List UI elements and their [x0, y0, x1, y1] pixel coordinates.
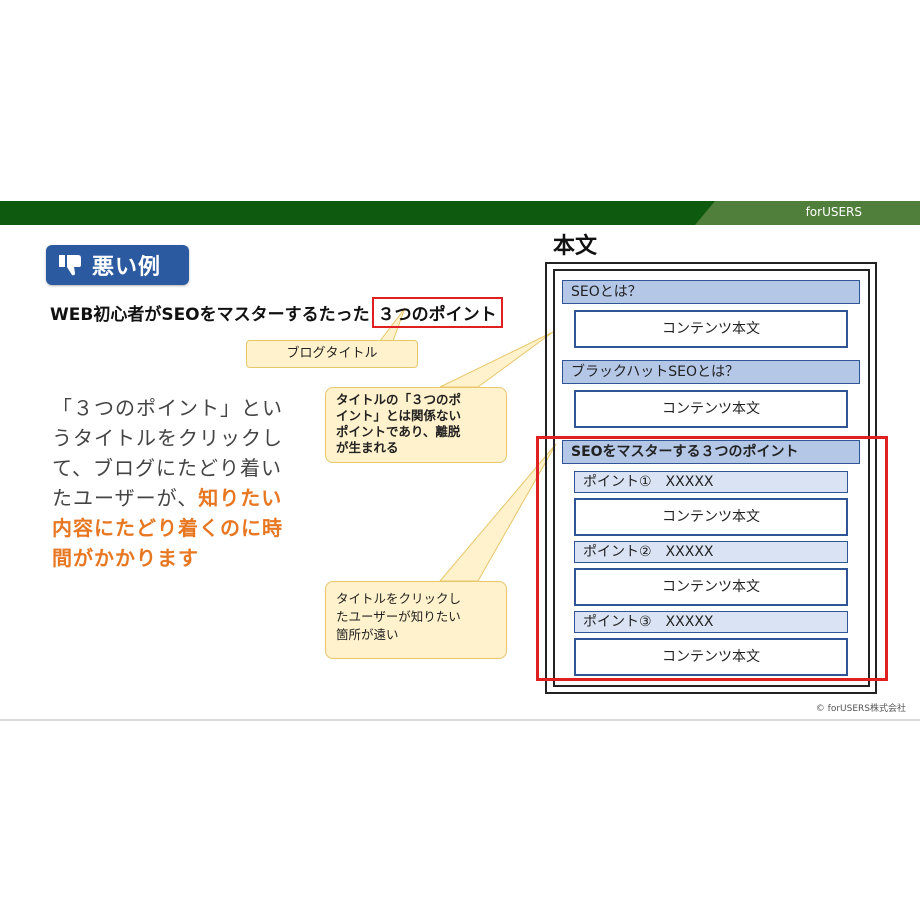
callout-far-section: タイトルをクリックし たユーザーが知りたい 箇所が遠い [325, 581, 507, 659]
content-block: コンテンツ本文 [574, 390, 848, 428]
thumbs-down-icon [59, 255, 81, 276]
body-line: て、ブログにたどり着い [52, 456, 282, 480]
body-line: うタイトルをクリックし [52, 426, 283, 450]
body-emphasis-line: 間がかかります [52, 546, 199, 570]
highlight-frame [536, 436, 888, 681]
body-line-plain: たユーザーが、 [52, 486, 199, 510]
section-heading: SEOとは？ [562, 280, 860, 304]
badge-label: 悪い例 [92, 255, 162, 280]
body-emphasis-line: 内容にたどり着くのに時 [52, 516, 283, 540]
blog-headline: WEB初心者がSEOをマスターするたった ３つのポイント [50, 297, 503, 328]
document-label: 本文 [553, 234, 598, 259]
headline-highlight: ３つのポイント [371, 297, 503, 328]
callout-line: 箇所が遠い [336, 627, 399, 642]
callout-line: たユーザーが知りたい [336, 609, 461, 624]
callout-line: ポイントであり、離脱 [336, 424, 461, 439]
body-emphasis: 知りたい [198, 486, 283, 510]
headline-prefix: WEB初心者がSEOをマスターするたった [50, 305, 370, 325]
body-line: 「３つのポイント」とい [52, 396, 283, 420]
bad-example-badge: 悪い例 [46, 245, 189, 285]
content-block: コンテンツ本文 [574, 310, 848, 348]
callout-line: が生まれる [336, 440, 399, 455]
body-line: たユーザーが、知りたい [52, 483, 292, 513]
callout-line: タイトルをクリックし [336, 591, 462, 606]
slide: forUSERS 悪い例 WEB初心者がSEOをマスターするたった ３つのポイン… [0, 201, 920, 721]
callout-line: イント」とは関係ない [336, 408, 462, 423]
callout-unrelated-points: タイトルの「３つのポ イント」とは関係ない ポイントであり、離脱 が生まれる [325, 387, 507, 463]
copyright: © forUSERS株式会社 [815, 704, 906, 714]
section-heading: ブラックハットSEOとは？ [562, 360, 860, 384]
pointer-unrelated [439, 331, 554, 388]
explanation-text: 「３つのポイント」とい うタイトルをクリックし て、ブログにたどり着い たユーザ… [52, 393, 292, 573]
callout-line: タイトルの「３つのポ [336, 392, 462, 407]
callout-blog-title: ブログタイトル [246, 340, 418, 368]
